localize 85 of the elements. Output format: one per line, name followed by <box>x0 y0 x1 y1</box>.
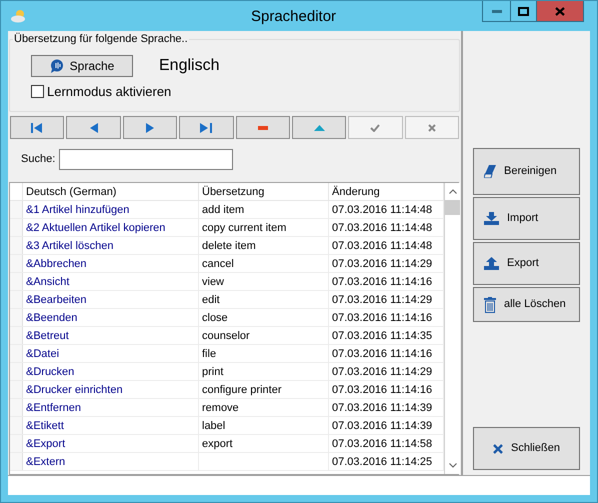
column-header[interactable]: Übersetzung <box>199 183 329 200</box>
nav-up-button[interactable] <box>292 116 346 139</box>
up-triangle-icon <box>314 124 325 130</box>
search-label: Suche: <box>21 152 56 168</box>
row-selector[interactable] <box>10 237 23 254</box>
next-record-icon <box>146 122 154 132</box>
upload-tray-icon <box>484 257 499 270</box>
table-cell: &Drucken <box>23 363 199 380</box>
table-cell: delete item <box>199 237 329 254</box>
row-selector[interactable] <box>10 345 23 362</box>
nav-delete-button[interactable] <box>236 116 290 139</box>
table-cell: &3 Artikel löschen <box>23 237 199 254</box>
language-name: Englisch <box>159 56 220 76</box>
vertical-scrollbar[interactable] <box>444 183 460 474</box>
table-cell: add item <box>199 201 329 218</box>
table-cell: &Ansicht <box>23 273 199 290</box>
row-selector[interactable] <box>10 363 23 380</box>
column-header[interactable]: Deutsch (German) <box>23 183 199 200</box>
nav-next-button[interactable] <box>122 116 178 139</box>
row-selector[interactable] <box>10 255 23 272</box>
table-cell: &Bearbeiten <box>23 291 199 308</box>
table-cell: &Datei <box>23 345 199 362</box>
table-cell: remove <box>199 399 329 416</box>
row-selector[interactable] <box>10 435 23 452</box>
table-cell: print <box>199 363 329 380</box>
nav-last-button[interactable] <box>179 116 234 139</box>
delete-all-button[interactable]: alle Löschen <box>473 287 580 322</box>
clean-button[interactable]: Bereinigen <box>473 148 580 195</box>
row-selector[interactable] <box>10 309 23 326</box>
cross-icon <box>493 444 504 454</box>
search-field[interactable] <box>59 149 233 170</box>
row-selector[interactable] <box>10 381 23 398</box>
table-cell: &Etikett <box>23 417 199 434</box>
table-cell: export <box>199 435 329 452</box>
table-cell: cancel <box>199 255 329 272</box>
nav-first-button[interactable] <box>10 116 64 139</box>
trash-icon <box>484 296 496 312</box>
table-cell: view <box>199 273 329 290</box>
table-cell: file <box>199 345 329 362</box>
row-selector[interactable] <box>10 219 23 236</box>
learn-mode-checkbox[interactable]: Lernmodus aktivieren <box>31 84 459 99</box>
nav-prev-button[interactable] <box>66 116 121 139</box>
download-tray-icon <box>484 212 499 225</box>
table-cell: edit <box>199 291 329 308</box>
table-cell: label <box>199 417 329 434</box>
table-cell: &Entfernen <box>23 399 199 416</box>
check-icon <box>370 124 380 132</box>
first-record-icon <box>31 122 44 132</box>
window-title: Spracheditor <box>251 7 336 27</box>
speech-bubble-icon <box>50 59 64 73</box>
table-cell: &Export <box>23 435 199 452</box>
row-selector[interactable] <box>10 201 23 218</box>
table-cell: close <box>199 309 329 326</box>
close-icon <box>555 6 565 16</box>
table-cell: counselor <box>199 327 329 344</box>
minus-icon <box>258 126 268 130</box>
row-selector[interactable] <box>10 291 23 308</box>
table-cell: configure printer <box>199 381 329 398</box>
row-selector[interactable] <box>10 417 23 434</box>
table-cell: &Extern <box>23 453 199 470</box>
export-button[interactable]: Export <box>473 242 580 285</box>
table-cell: &Beenden <box>23 309 199 326</box>
last-record-icon <box>200 122 212 132</box>
table-cell: &Betreut <box>23 327 199 344</box>
scroll-down-icon[interactable] <box>448 463 456 468</box>
cloud-sun-icon <box>10 9 28 23</box>
close-dialog-button[interactable]: Schließen <box>473 427 580 470</box>
scroll-up-icon[interactable] <box>448 189 456 194</box>
language-button[interactable]: Sprache <box>31 55 133 77</box>
close-button[interactable] <box>537 1 583 21</box>
previous-record-icon <box>90 122 98 132</box>
row-selector[interactable] <box>10 327 23 344</box>
table-cell: &2 Aktuellen Artikel kopieren <box>23 219 199 236</box>
table-cell: &1 Artikel hinzufügen <box>23 201 199 218</box>
table-cell: copy current item <box>199 219 329 236</box>
eraser-icon <box>484 165 496 178</box>
scroll-thumb[interactable] <box>445 200 460 215</box>
row-selector[interactable] <box>10 273 23 290</box>
group-legend: Übersetzung für folgende Sprache.. <box>13 32 189 46</box>
row-selector[interactable] <box>10 453 23 470</box>
table-cell: &Abbrechen <box>23 255 199 272</box>
table-cell: &Drucker einrichten <box>23 381 199 398</box>
cross-icon <box>428 124 436 132</box>
row-selector[interactable] <box>10 399 23 416</box>
import-button[interactable]: Import <box>473 197 580 240</box>
